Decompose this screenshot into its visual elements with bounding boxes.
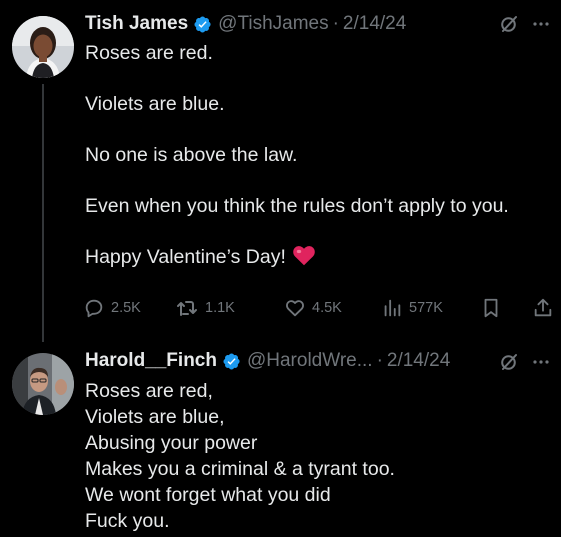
separator-dot: · [376,350,383,371]
tweet-original[interactable]: Tish James @TishJames · 2/14/24 Roses ar… [85,10,561,273]
grok-icon[interactable] [499,14,519,34]
tweet-text: Roses are red, Violets are blue, Abusing… [85,378,561,534]
reply-icon [85,299,103,318]
grok-icon[interactable] [499,352,519,372]
avatar[interactable] [12,353,74,415]
tweet-line: Happy Valentine’s Day! [85,244,561,273]
tweet-line: We wont forget what you did [85,484,331,506]
like-count: 4.5K [312,300,342,316]
tweet-header: Harold__Finch @HaroldWre... · 2/14/24 [85,347,561,375]
tweet-line: Violets are blue. [85,93,225,115]
like-button[interactable]: 4.5K [284,293,342,323]
tweet-reply[interactable]: Harold__Finch @HaroldWre... · 2/14/24 Ro… [85,347,561,534]
bookmark-icon [484,298,498,318]
views-icon [384,299,401,317]
tweet-line: Roses are red, [85,380,213,402]
separator-dot: · [332,13,339,34]
verified-badge-icon [193,15,212,34]
more-options-icon[interactable] [531,14,551,34]
heart-icon [286,300,304,317]
repost-button[interactable]: 1.1K [175,293,235,323]
repost-count: 1.1K [205,300,235,316]
tweet-line: No one is above the law. [85,144,298,166]
share-icon [534,298,552,317]
tweet-line: Fuck you. [85,510,170,532]
tweet-line-text: Happy Valentine’s Day! [85,246,286,268]
tweet-line: Makes you a criminal & a tyrant too. [85,458,395,480]
share-button[interactable] [532,293,554,323]
author-name[interactable]: Harold__Finch [85,350,217,372]
tweet-line: Violets are blue, [85,406,225,428]
verified-badge-icon [222,352,241,371]
tweet-line: Roses are red. [85,42,213,64]
reply-button[interactable]: 2.5K [83,293,141,323]
author-handle[interactable]: @TishJames [218,13,328,35]
bookmark-button[interactable] [481,293,501,323]
repost-icon [177,301,197,316]
author-name[interactable]: Tish James [85,13,188,35]
tweet-line: Even when you think the rules don’t appl… [85,195,509,217]
tweet-header: Tish James @TishJames · 2/14/24 [85,10,561,38]
author-handle[interactable]: @HaroldWre... [247,350,373,372]
tweet-line: Abusing your power [85,432,258,454]
heart-emoji-icon [292,244,316,273]
reply-count: 2.5K [111,300,141,316]
tweet-actions: 2.5K 1.1K 4.5K 577K [85,293,555,323]
more-options-icon[interactable] [531,352,551,372]
thread-connector-line [42,84,44,342]
views-count: 577K [409,300,443,316]
tweet-text: Roses are red. Violets are blue. No one … [85,40,561,273]
views-button[interactable]: 577K [381,293,443,323]
post-date[interactable]: 2/14/24 [387,350,450,372]
post-date[interactable]: 2/14/24 [343,13,406,35]
avatar[interactable] [12,16,74,78]
